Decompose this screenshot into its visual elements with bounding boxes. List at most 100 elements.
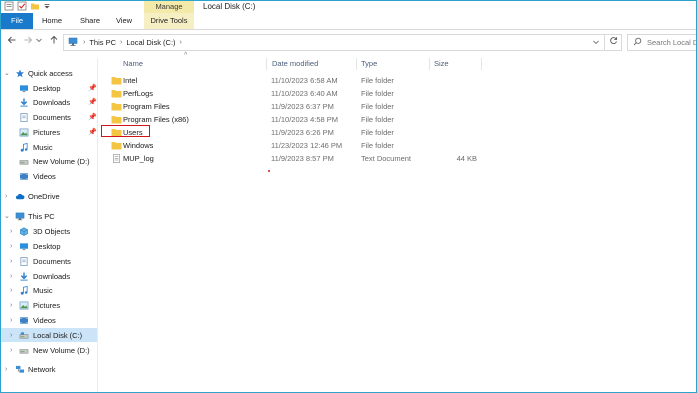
column-header-date[interactable]: Date modified — [272, 58, 318, 70]
folder-icon — [111, 142, 122, 150]
file-row-users[interactable]: Users 11/9/2023 6:26 PM File folder — [109, 126, 489, 139]
vertical-scrollbar[interactable] — [686, 58, 696, 392]
recent-locations-button[interactable] — [35, 35, 43, 49]
file-row[interactable]: Program Files 11/9/2023 6:37 PM File fol… — [109, 100, 489, 113]
properties-icon[interactable] — [4, 1, 14, 13]
sidebar-item-3d-objects[interactable]: › 3D Objects — [1, 224, 97, 238]
sidebar-item-downloads-pc[interactable]: › Downloads — [1, 269, 97, 283]
sidebar-item-network[interactable]: › Network — [1, 362, 97, 376]
sidebar-item-new-volume-d[interactable]: New Volume (D:) — [1, 154, 97, 168]
arrow-left-icon — [7, 36, 16, 44]
forward-button[interactable] — [21, 35, 35, 49]
breadcrumb-separator-icon: › — [83, 39, 86, 46]
chevron-right-icon[interactable]: › — [10, 332, 12, 339]
sidebar-item-pictures-pc[interactable]: › Pictures — [1, 298, 97, 312]
refresh-icon — [609, 37, 617, 45]
customize-toolbar-icon[interactable] — [43, 1, 51, 13]
sidebar-item-quick-access[interactable]: ⌄ Quick access — [1, 66, 97, 80]
sidebar-item-pictures[interactable]: Pictures 📌 — [1, 125, 97, 139]
drive-icon — [19, 159, 29, 164]
sidebar-item-videos[interactable]: Videos — [1, 169, 97, 183]
chevron-right-icon[interactable]: › — [10, 273, 12, 280]
column-divider[interactable] — [429, 58, 430, 70]
chevron-down-icon[interactable]: ⌄ — [4, 212, 10, 220]
column-divider[interactable] — [356, 58, 357, 70]
chevron-right-icon[interactable]: › — [10, 258, 12, 265]
sidebar-item-this-pc[interactable]: ⌄ This PC — [1, 209, 97, 223]
search-box[interactable]: Search Local Disk (C:) — [627, 34, 696, 51]
computer-icon — [67, 37, 79, 49]
sidebar-item-music[interactable]: Music — [1, 140, 97, 154]
tab-view[interactable]: View — [109, 13, 139, 29]
pin-icon[interactable]: 📌 — [88, 128, 97, 136]
sidebar-item-music-pc[interactable]: › Music — [1, 283, 97, 297]
refresh-button[interactable] — [604, 34, 622, 51]
breadcrumb-local-disk[interactable]: Local Disk (C:) — [126, 38, 175, 47]
breadcrumb-separator-icon[interactable]: › — [120, 39, 122, 46]
sort-ascending-icon: ^ — [184, 52, 188, 59]
drive-icon — [19, 348, 29, 353]
tab-drive-tools[interactable]: Drive Tools — [144, 13, 194, 29]
pin-icon[interactable]: 📌 — [88, 113, 97, 121]
file-row[interactable]: Program Files (x86) 11/10/2023 4:58 PM F… — [109, 113, 489, 126]
file-row[interactable]: Windows 11/23/2023 12:46 PM File folder — [109, 139, 489, 152]
column-divider[interactable] — [481, 58, 482, 70]
breadcrumb-this-pc[interactable]: This PC — [89, 38, 116, 47]
sidebar-item-new-volume-d-pc[interactable]: › New Volume (D:) — [1, 343, 97, 357]
sidebar-item-desktop[interactable]: Desktop 📌 — [1, 81, 97, 95]
search-placeholder: Search Local Disk (C:) — [647, 38, 696, 47]
sidebar-item-videos-pc[interactable]: › Videos — [1, 313, 97, 327]
up-button[interactable] — [47, 35, 61, 49]
download-icon — [20, 97, 28, 107]
cloud-icon — [15, 193, 25, 199]
file-row[interactable]: MUP_log 11/9/2023 8:57 PM Text Document … — [109, 152, 489, 165]
desktop-icon — [19, 242, 29, 250]
chevron-right-icon[interactable]: › — [5, 366, 7, 373]
sidebar-item-desktop-pc[interactable]: › Desktop — [1, 239, 97, 253]
sidebar-item-local-disk-c[interactable]: › Local Disk (C:) — [1, 328, 97, 342]
address-bar[interactable]: › This PC › Local Disk (C:) › — [63, 34, 605, 51]
pin-icon[interactable]: 📌 — [88, 84, 97, 92]
new-folder-icon[interactable] — [30, 1, 40, 13]
chevron-down-icon — [36, 38, 42, 43]
file-row[interactable]: PerfLogs 11/10/2023 6:40 AM File folder — [109, 87, 489, 100]
manage-context-tab[interactable]: Manage — [144, 1, 194, 13]
folder-icon — [111, 103, 122, 111]
chevron-right-icon[interactable]: › — [5, 193, 7, 200]
chevron-right-icon[interactable]: › — [10, 287, 12, 294]
tab-home[interactable]: Home — [37, 13, 67, 29]
column-header-name[interactable]: Name — [123, 58, 143, 70]
address-history-dropdown[interactable] — [592, 38, 600, 48]
column-divider[interactable] — [266, 58, 267, 70]
pin-icon[interactable]: 📌 — [88, 98, 97, 106]
ribbon-tabs: File Home Share View Drive Tools — [1, 13, 696, 30]
sidebar-item-onedrive[interactable]: › OneDrive — [1, 189, 97, 203]
highlight-box — [101, 125, 150, 137]
tab-file[interactable]: File — [1, 13, 33, 29]
tab-share[interactable]: Share — [75, 13, 105, 29]
star-icon — [15, 69, 25, 77]
back-button[interactable] — [5, 35, 19, 49]
sidebar-item-downloads[interactable]: Downloads 📌 — [1, 95, 97, 109]
chevron-right-icon[interactable]: › — [10, 302, 12, 309]
breadcrumb-separator-icon[interactable]: › — [180, 39, 182, 46]
videos-icon — [19, 172, 29, 180]
chevron-right-icon[interactable]: › — [10, 228, 12, 235]
chevron-right-icon[interactable]: › — [10, 243, 12, 250]
explorer-window: Manage Local Disk (C:) File Home Share V… — [0, 0, 697, 393]
column-header-type[interactable]: Type — [361, 58, 377, 70]
file-row[interactable]: Intel 11/10/2023 6:58 AM File folder — [109, 74, 489, 87]
cube-icon — [20, 226, 28, 236]
title-bar: Manage Local Disk (C:) — [1, 1, 696, 13]
sidebar-item-documents-pc[interactable]: › Documents — [1, 254, 97, 268]
music-icon — [20, 142, 28, 152]
chevron-right-icon[interactable]: › — [10, 317, 12, 324]
chevron-right-icon[interactable]: › — [10, 347, 12, 354]
chevron-down-icon[interactable]: ⌄ — [4, 69, 10, 77]
text-document-icon — [113, 154, 120, 163]
drive-icon — [19, 331, 29, 338]
pictures-icon — [19, 301, 29, 309]
checkmark-icon[interactable] — [17, 1, 27, 13]
column-header-size[interactable]: Size — [434, 58, 449, 70]
sidebar-item-documents[interactable]: Documents 📌 — [1, 110, 97, 124]
